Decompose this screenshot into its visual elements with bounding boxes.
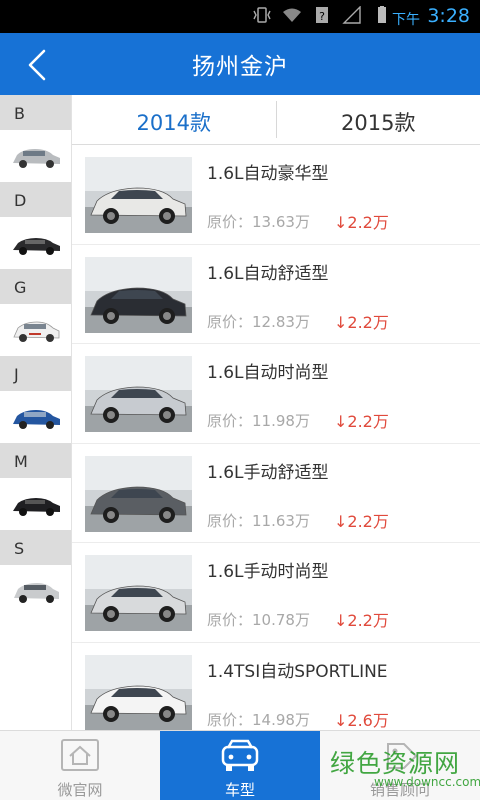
car-thumbnail — [0, 565, 71, 617]
original-price: 原价：12.83万 — [207, 312, 310, 331]
car-thumbnail — [0, 478, 71, 530]
sidebar-letter: M — [0, 443, 71, 478]
model-name: 1.6L手动时尚型 — [207, 562, 329, 582]
site-watermark: 绿色资源网 www.downcc.com — [322, 742, 480, 798]
car-icon — [221, 739, 259, 771]
sidebar-letter: B — [0, 95, 71, 130]
original-price: 原价：11.98万 — [207, 412, 310, 430]
model-name: 1.6L自动豪华型 — [207, 164, 329, 184]
car-thumbnail — [0, 391, 71, 443]
nav-label: 车型 — [224, 781, 255, 799]
sidebar-group-b[interactable]: B — [0, 95, 71, 182]
wifi-icon — [283, 8, 301, 22]
car-thumbnail — [0, 130, 71, 182]
sim-unknown-icon: ? — [316, 7, 328, 23]
svg-text:?: ? — [319, 10, 325, 23]
model-list: 1.6L自动豪华型 原价：13.63万 ↓2.2万 1.6L自动舒适型 原价：1… — [72, 145, 480, 730]
signal-icon — [342, 6, 361, 24]
list-item[interactable]: 1.6L手动时尚型 原价：10.78万 ↓2.2万 — [72, 543, 480, 643]
price-drop: ↓2.2万 — [334, 511, 389, 531]
car-photo — [85, 157, 192, 233]
sidebar-group-s[interactable]: S — [0, 530, 71, 617]
sidebar-group-d[interactable]: D — [0, 182, 71, 269]
watermark-url: www.downcc.com — [374, 775, 480, 789]
sidebar-letter: G — [0, 269, 71, 304]
list-item[interactable]: 1.6L自动豪华型 原价：13.63万 ↓2.2万 — [72, 145, 480, 245]
list-item[interactable]: 1.6L自动时尚型 原价：11.98万 ↓2.2万 — [72, 344, 480, 444]
original-price: 原价：11.63万 — [207, 511, 310, 530]
model-name: 1.6L自动时尚型 — [207, 363, 329, 383]
page-title: 扬州金沪 — [192, 54, 288, 80]
sidebar-letter: D — [0, 182, 71, 217]
price-drop: ↓2.2万 — [334, 213, 389, 232]
tab-2014[interactable]: 2014款 — [72, 95, 276, 144]
status-icons: ? — [252, 6, 392, 24]
vibrate-icon — [253, 7, 271, 23]
sidebar-group-j[interactable]: J — [0, 356, 71, 443]
status-ampm: 下午 — [392, 12, 420, 28]
brand-index-sidebar: B D G J M S — [0, 95, 72, 730]
status-bar: ? 下午 3:28 — [0, 0, 480, 33]
model-name: 1.4TSI自动SPORTLINE — [207, 661, 388, 682]
model-year-tabs: 2014款 2015款 — [72, 95, 480, 145]
tab-2015[interactable]: 2015款 — [277, 95, 480, 144]
original-price: 原价：13.63万 — [207, 213, 310, 231]
price-drop: ↓2.2万 — [334, 312, 389, 332]
list-item[interactable]: 1.6L自动舒适型 原价：12.83万 ↓2.2万 — [72, 245, 480, 344]
status-time: 3:28 — [427, 5, 470, 27]
original-price: 原价：14.98万 — [207, 710, 310, 729]
car-photo — [85, 455, 192, 532]
nav-micro-site[interactable]: 微官网 — [0, 731, 160, 800]
sidebar-letter: S — [0, 530, 71, 565]
car-photo — [85, 256, 192, 333]
car-thumbnail — [0, 217, 71, 269]
model-name: 1.6L自动舒适型 — [207, 263, 329, 284]
car-photo — [85, 654, 192, 730]
battery-icon — [378, 6, 386, 23]
price-drop: ↓2.2万 — [334, 412, 389, 431]
price-drop: ↓2.2万 — [334, 611, 389, 630]
app-header: 扬州金沪 — [0, 33, 480, 95]
sidebar-group-m[interactable]: M — [0, 443, 71, 530]
nav-label: 微官网 — [57, 781, 103, 799]
nav-models[interactable]: 车型 — [160, 731, 320, 800]
car-photo — [85, 356, 192, 432]
home-icon — [61, 739, 99, 771]
car-thumbnail — [0, 304, 71, 356]
price-drop: ↓2.6万 — [334, 710, 389, 730]
model-name: 1.6L手动舒适型 — [207, 462, 329, 483]
original-price: 原价：10.78万 — [207, 611, 310, 629]
list-item[interactable]: 1.6L手动舒适型 原价：11.63万 ↓2.2万 — [72, 444, 480, 543]
sidebar-group-g[interactable]: G — [0, 269, 71, 356]
sidebar-letter: J — [0, 356, 71, 391]
car-photo — [85, 555, 192, 631]
list-item[interactable]: 1.4TSI自动SPORTLINE 原价：14.98万 ↓2.6万 — [72, 643, 480, 730]
